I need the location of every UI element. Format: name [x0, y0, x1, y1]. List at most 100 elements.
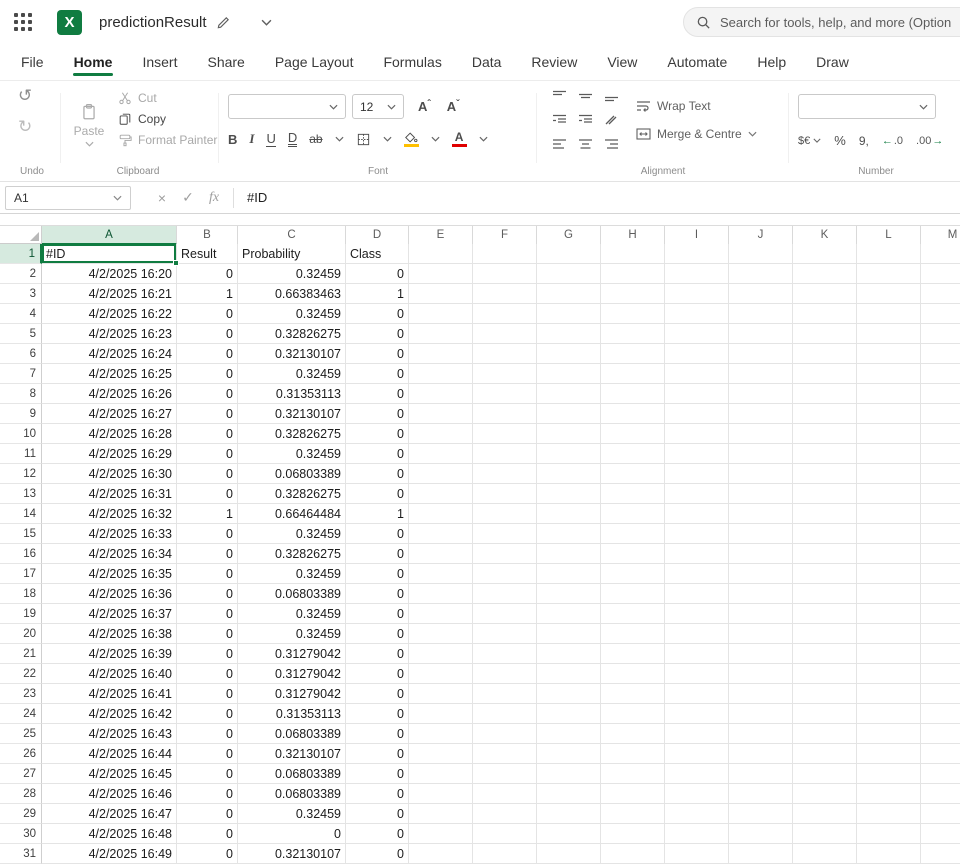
- column-header-k[interactable]: K: [793, 226, 857, 245]
- cell-A29[interactable]: 4/2/2025 16:47: [42, 804, 177, 824]
- row-header-30[interactable]: 30: [0, 824, 42, 844]
- cell-B4[interactable]: 0: [177, 304, 238, 324]
- wrap-text-button[interactable]: Wrap Text: [636, 99, 757, 113]
- double-underline-button[interactable]: D: [288, 131, 297, 147]
- row-header-17[interactable]: 17: [0, 564, 42, 584]
- cell-D28[interactable]: 0: [346, 784, 409, 804]
- cell-I21[interactable]: [665, 644, 729, 664]
- cell-L6[interactable]: [857, 344, 921, 364]
- cell-H24[interactable]: [601, 704, 665, 724]
- cell-G17[interactable]: [537, 564, 601, 584]
- cell-K11[interactable]: [793, 444, 857, 464]
- cell-I31[interactable]: [665, 844, 729, 864]
- cell-D3[interactable]: 1: [346, 284, 409, 304]
- cell-I10[interactable]: [665, 424, 729, 444]
- cell-I29[interactable]: [665, 804, 729, 824]
- row-header-15[interactable]: 15: [0, 524, 42, 544]
- cell-H27[interactable]: [601, 764, 665, 784]
- cell-L26[interactable]: [857, 744, 921, 764]
- cell-A30[interactable]: 4/2/2025 16:48: [42, 824, 177, 844]
- cell-C5[interactable]: 0.32826275: [238, 324, 346, 344]
- cell-D26[interactable]: 0: [346, 744, 409, 764]
- row-header-10[interactable]: 10: [0, 424, 42, 444]
- cell-L3[interactable]: [857, 284, 921, 304]
- cell-A4[interactable]: 4/2/2025 16:22: [42, 304, 177, 324]
- font-color-button[interactable]: A: [452, 132, 467, 147]
- cell-I28[interactable]: [665, 784, 729, 804]
- cell-K5[interactable]: [793, 324, 857, 344]
- column-header-g[interactable]: G: [537, 226, 601, 245]
- font-color-chevron-icon[interactable]: [479, 136, 488, 142]
- cell-A28[interactable]: 4/2/2025 16:46: [42, 784, 177, 804]
- cell-A10[interactable]: 4/2/2025 16:28: [42, 424, 177, 444]
- cell-I15[interactable]: [665, 524, 729, 544]
- row-header-22[interactable]: 22: [0, 664, 42, 684]
- fill-color-button[interactable]: [404, 132, 419, 147]
- cell-M2[interactable]: [921, 264, 960, 284]
- font-size-select[interactable]: 12: [352, 94, 404, 119]
- cell-C7[interactable]: 0.32459: [238, 364, 346, 384]
- strikethrough-button[interactable]: ab: [309, 132, 322, 146]
- cell-G27[interactable]: [537, 764, 601, 784]
- menu-tab-file[interactable]: File: [20, 45, 45, 79]
- cell-A16[interactable]: 4/2/2025 16:34: [42, 544, 177, 564]
- cell-H3[interactable]: [601, 284, 665, 304]
- cell-E4[interactable]: [409, 304, 473, 324]
- cell-I17[interactable]: [665, 564, 729, 584]
- cell-B28[interactable]: 0: [177, 784, 238, 804]
- cell-E11[interactable]: [409, 444, 473, 464]
- cell-J15[interactable]: [729, 524, 793, 544]
- cell-E25[interactable]: [409, 724, 473, 744]
- cell-G24[interactable]: [537, 704, 601, 724]
- cell-A20[interactable]: 4/2/2025 16:38: [42, 624, 177, 644]
- cell-I8[interactable]: [665, 384, 729, 404]
- cell-M7[interactable]: [921, 364, 960, 384]
- row-header-9[interactable]: 9: [0, 404, 42, 424]
- cell-H14[interactable]: [601, 504, 665, 524]
- redo-button[interactable]: ↻: [18, 118, 32, 135]
- cell-L16[interactable]: [857, 544, 921, 564]
- cell-H17[interactable]: [601, 564, 665, 584]
- cell-I4[interactable]: [665, 304, 729, 324]
- cell-M19[interactable]: [921, 604, 960, 624]
- align-right-icon[interactable]: [598, 138, 624, 150]
- cell-I16[interactable]: [665, 544, 729, 564]
- cell-G18[interactable]: [537, 584, 601, 604]
- cell-M4[interactable]: [921, 304, 960, 324]
- cell-J12[interactable]: [729, 464, 793, 484]
- cell-C18[interactable]: 0.06803389: [238, 584, 346, 604]
- cell-H28[interactable]: [601, 784, 665, 804]
- cell-H22[interactable]: [601, 664, 665, 684]
- cell-E31[interactable]: [409, 844, 473, 864]
- cell-F13[interactable]: [473, 484, 537, 504]
- cell-L29[interactable]: [857, 804, 921, 824]
- cell-G8[interactable]: [537, 384, 601, 404]
- cell-I2[interactable]: [665, 264, 729, 284]
- vertical-align-bottom-icon[interactable]: [598, 90, 624, 102]
- cell-D9[interactable]: 0: [346, 404, 409, 424]
- cell-D11[interactable]: 0: [346, 444, 409, 464]
- cell-H20[interactable]: [601, 624, 665, 644]
- cell-D10[interactable]: 0: [346, 424, 409, 444]
- cell-C10[interactable]: 0.32826275: [238, 424, 346, 444]
- row-header-24[interactable]: 24: [0, 704, 42, 724]
- cell-C14[interactable]: 0.66464484: [238, 504, 346, 524]
- menu-tab-view[interactable]: View: [606, 45, 638, 79]
- cell-L20[interactable]: [857, 624, 921, 644]
- cell-F11[interactable]: [473, 444, 537, 464]
- cell-M11[interactable]: [921, 444, 960, 464]
- cell-E7[interactable]: [409, 364, 473, 384]
- paste-button[interactable]: Paste: [66, 88, 112, 162]
- cell-B26[interactable]: 0: [177, 744, 238, 764]
- cell-A23[interactable]: 4/2/2025 16:41: [42, 684, 177, 704]
- cell-K26[interactable]: [793, 744, 857, 764]
- cell-I20[interactable]: [665, 624, 729, 644]
- underline-button[interactable]: U: [266, 131, 275, 147]
- cell-J4[interactable]: [729, 304, 793, 324]
- column-header-l[interactable]: L: [857, 226, 921, 245]
- cell-A22[interactable]: 4/2/2025 16:40: [42, 664, 177, 684]
- cell-B10[interactable]: 0: [177, 424, 238, 444]
- accounting-format-button[interactable]: $€: [798, 135, 821, 147]
- cell-M26[interactable]: [921, 744, 960, 764]
- fill-color-chevron-icon[interactable]: [431, 136, 440, 142]
